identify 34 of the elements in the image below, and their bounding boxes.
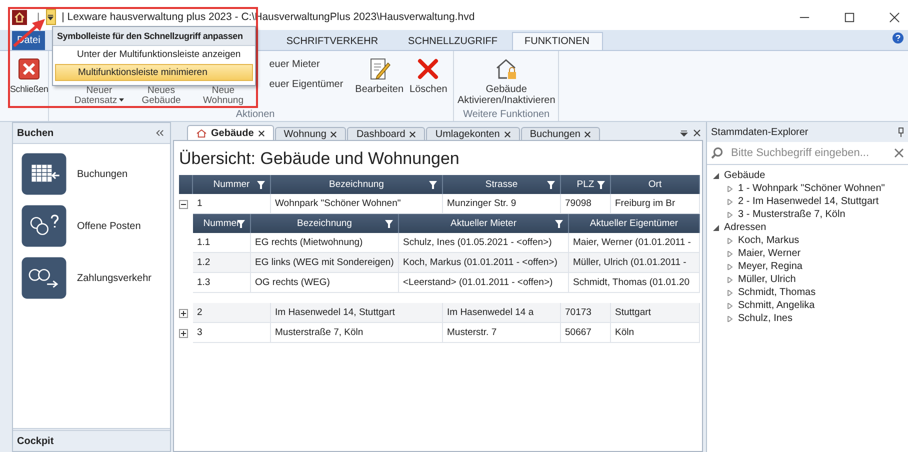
table-cell: EG rechts (Mietwohnung) [251, 233, 399, 252]
table-cell: 1.1 [193, 233, 251, 252]
table-cell: 1.3 [193, 273, 251, 292]
table-cell: Stuttgart [611, 303, 700, 322]
table-cell: 70173 [561, 303, 611, 322]
page-heading: Übersicht: Gebäude und Wohnungen [179, 149, 460, 169]
table-cell: 1 [193, 194, 271, 213]
group-label: Aktionen [234, 109, 276, 121]
table-cell: Köln [611, 323, 700, 342]
table-cell: Musterstraße 7, Köln [271, 323, 443, 342]
panel-title: Stammdaten-Explorer [711, 126, 808, 138]
table-cell: Im Hasenwedel 14, Stuttgart [271, 303, 443, 322]
table-cell: 3 [193, 323, 271, 342]
table-cell: Maier, Werner (01.01.2011 - [569, 233, 700, 252]
group-label: Weitere Funktionen [462, 109, 551, 121]
table-cell: Freiburg im Br [611, 194, 700, 213]
panel-title: Cockpit [17, 436, 54, 446]
table-cell: <Leerstand> (01.01.2011 - <offen>) [399, 273, 569, 292]
table-cell: EG links (WEG mit Sondereigen) [251, 253, 399, 272]
table-cell: OG rechts (WEG) [251, 273, 399, 292]
table-cell: 2 [193, 303, 271, 322]
panel-title: Buchen [17, 128, 54, 138]
table-cell: Koch, Markus (01.01.2011 - <offen>) [399, 253, 569, 272]
table-cell: Müller, Ulrich (01.01.2011 - [569, 253, 700, 272]
table-cell: Musterstr. 7 [443, 323, 561, 342]
table-cell: Schulz, Ines (01.05.2021 - <offen>) [399, 233, 569, 252]
menu-title: Symbolleiste für den Schnellzugriff anpassen [53, 27, 255, 46]
table-cell: Munzinger Str. 9 [443, 194, 561, 213]
table-cell: 79098 [561, 194, 611, 213]
table-cell: Schmidt, Thomas (01.01.20 [569, 273, 700, 292]
table-cell: 1.2 [193, 253, 251, 272]
table-cell: Wohnpark "Schöner Wohnen" [271, 194, 443, 213]
table-cell: Im Hasenwedel 14 a [443, 303, 561, 322]
table-cell: 50667 [561, 323, 611, 342]
